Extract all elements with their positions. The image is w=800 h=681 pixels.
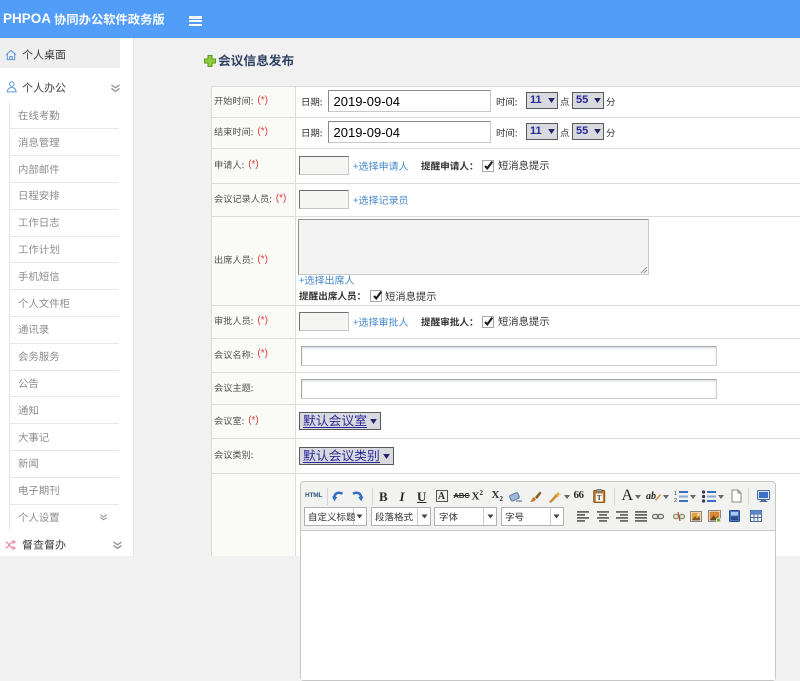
svg-text:1: 1 [674,491,677,497]
svg-text:T: T [597,494,602,502]
svg-text:ab: ab [646,491,656,502]
svg-text:2: 2 [674,498,677,503]
